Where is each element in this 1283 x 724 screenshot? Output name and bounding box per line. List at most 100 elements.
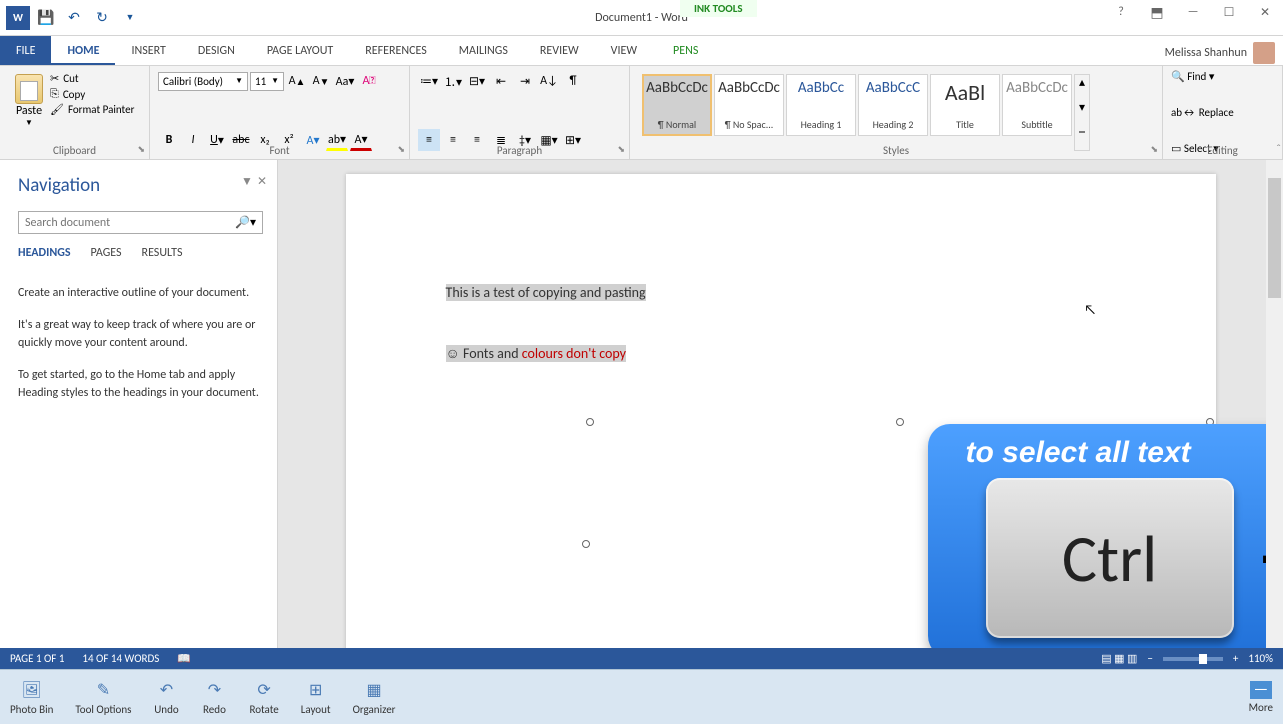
undo-button[interactable]: ↶ <box>62 6 86 30</box>
collapse-ribbon-button[interactable]: ˆ <box>1276 143 1281 157</box>
organizer-icon: ▦ <box>361 679 387 701</box>
page-indicator[interactable]: PAGE 1 OF 1 <box>10 652 64 665</box>
rotate-icon: ⟳ <box>251 679 277 701</box>
font-group: Calibri (Body)▼ 11▼ A▲ A▼ Aa▾ A⃠ B I U▾ … <box>150 66 410 159</box>
cut-button[interactable]: ✂Cut <box>50 72 134 85</box>
tool-options-button[interactable]: ✎Tool Options <box>75 679 131 716</box>
doc-text-line2a[interactable]: ☺ Fonts and <box>446 345 522 362</box>
mailings-tab[interactable]: MAILINGS <box>443 36 524 65</box>
replace-button[interactable]: ab↔ Replace <box>1171 106 1274 119</box>
vertical-scrollbar[interactable] <box>1266 160 1283 648</box>
decrease-indent-button[interactable]: ⇤ <box>490 70 512 92</box>
results-tab[interactable]: RESULTS <box>142 246 183 260</box>
rotate-button[interactable]: ⟳Rotate <box>249 679 278 716</box>
selection-handle[interactable] <box>896 418 904 426</box>
proofing-icon[interactable]: 📖 <box>177 652 191 665</box>
style-name: Title <box>956 118 974 131</box>
show-marks-button[interactable]: ¶ <box>562 70 584 92</box>
find-button[interactable]: 🔍 Find ▾ <box>1171 70 1274 83</box>
pse-undo-button[interactable]: ↶Undo <box>153 679 179 716</box>
zoom-level[interactable]: 110% <box>1248 652 1273 665</box>
selection-handle[interactable] <box>582 540 590 548</box>
grow-font-button[interactable]: A▲ <box>286 70 308 92</box>
references-tab[interactable]: REFERENCES <box>349 36 443 65</box>
callout-shape[interactable]: to select all text Ctrl + A <box>928 424 1283 648</box>
organizer-button[interactable]: ▦Organizer <box>353 679 396 716</box>
sort-button[interactable]: A↓ <box>538 70 560 92</box>
search-icon[interactable]: 🔎▾ <box>235 215 256 230</box>
format-painter-button[interactable]: 🖌Format Painter <box>50 103 134 116</box>
user-account[interactable]: Melissa Shanhun <box>1165 42 1275 64</box>
view-buttons[interactable]: ▤ ▦ ▥ <box>1101 652 1137 665</box>
font-name-combo[interactable]: Calibri (Body)▼ <box>158 72 248 91</box>
selection-handle[interactable] <box>586 418 594 426</box>
zoom-in-button[interactable]: + <box>1233 652 1238 665</box>
style-name: Heading 1 <box>801 118 842 131</box>
document-area[interactable]: This is a test of copying and pasting ☺ … <box>278 160 1283 648</box>
style-name: Subtitle <box>1021 118 1052 131</box>
change-case-button[interactable]: Aa▾ <box>334 70 356 92</box>
zoom-slider[interactable] <box>1163 657 1223 661</box>
help-button[interactable]: ? <box>1107 2 1135 22</box>
shrink-font-button[interactable]: A▼ <box>310 70 332 92</box>
home-tab[interactable]: HOME <box>51 36 115 65</box>
font-launcher[interactable]: ⬊ <box>397 144 405 155</box>
numbering-button[interactable]: ⒈▾ <box>442 70 464 92</box>
photo-bin-button[interactable]: 🖼Photo Bin <box>10 679 53 716</box>
search-input[interactable]: 🔎▾ <box>18 211 263 234</box>
nav-close-button[interactable]: ✕ <box>257 174 267 189</box>
undo-icon: ↶ <box>153 679 179 701</box>
more-button[interactable]: —More <box>1249 681 1273 714</box>
style-heading1[interactable]: AaBbCc Heading 1 <box>786 74 856 136</box>
replace-label: Replace <box>1199 106 1234 119</box>
font-size-combo[interactable]: 11▼ <box>250 72 284 91</box>
pens-tab[interactable]: PENS <box>657 36 714 65</box>
review-tab[interactable]: REVIEW <box>524 36 595 65</box>
view-tab[interactable]: VIEW <box>595 36 653 65</box>
search-field[interactable] <box>25 216 235 230</box>
doc-text-line1[interactable]: This is a test of copying and pasting <box>446 284 646 301</box>
close-button[interactable]: ✕ <box>1251 2 1279 22</box>
pse-redo-button[interactable]: ↷Redo <box>201 679 227 716</box>
paragraph-launcher[interactable]: ⬊ <box>617 144 625 155</box>
style-heading2[interactable]: AaBbCcCHeading 2 <box>858 74 928 136</box>
clipboard-launcher[interactable]: ⬊ <box>137 144 145 155</box>
ribbon-options-button[interactable]: ⬒ <box>1143 2 1171 22</box>
file-tab[interactable]: FILE <box>0 36 51 65</box>
doc-text-line2b[interactable]: colours don't copy <box>522 345 626 362</box>
style-title[interactable]: AaBlTitle <box>930 74 1000 136</box>
minimize-button[interactable]: — <box>1179 2 1207 22</box>
redo-button[interactable]: ↻ <box>90 6 114 30</box>
headings-tab[interactable]: HEADINGS <box>18 246 71 260</box>
maximize-button[interactable]: ☐ <box>1215 2 1243 22</box>
copy-button[interactable]: ⎘Copy <box>50 87 134 101</box>
page[interactable]: This is a test of copying and pasting ☺ … <box>346 174 1216 648</box>
clipboard-group: Paste ▼ ✂Cut ⎘Copy 🖌Format Painter Clipb… <box>0 66 150 159</box>
style-subtitle[interactable]: AaBbCcDcSubtitle <box>1002 74 1072 136</box>
redo-icon: ↷ <box>201 679 227 701</box>
insert-tab[interactable]: INSERT <box>115 36 181 65</box>
copy-label: Copy <box>63 88 85 101</box>
pages-tab[interactable]: PAGES <box>91 246 122 260</box>
zoom-out-button[interactable]: − <box>1147 652 1152 665</box>
page-layout-tab[interactable]: PAGE LAYOUT <box>251 36 349 65</box>
ink-tools-tab[interactable]: INK TOOLS <box>680 0 757 17</box>
increase-indent-button[interactable]: ⇥ <box>514 70 536 92</box>
style-normal[interactable]: AaBbCcDc¶ Normal <box>642 74 712 136</box>
word-count[interactable]: 14 OF 14 WORDS <box>82 652 159 665</box>
layout-button[interactable]: ⊞Layout <box>301 679 331 716</box>
qat-dropdown[interactable]: ▼ <box>118 6 142 30</box>
save-button[interactable]: 💾 <box>34 6 58 30</box>
paste-button[interactable]: Paste ▼ <box>8 70 50 128</box>
multilevel-button[interactable]: ⊟▾ <box>466 70 488 92</box>
styles-launcher[interactable]: ⬊ <box>1150 144 1158 155</box>
style-name: Heading 2 <box>873 118 914 131</box>
bullets-button[interactable]: ≔▾ <box>418 70 440 92</box>
clear-formatting-button[interactable]: A⃠ <box>358 70 380 92</box>
styles-scroll[interactable]: ▴▾⎯ <box>1074 74 1090 151</box>
nav-options-button[interactable]: ▼ <box>241 174 253 189</box>
style-nospacing[interactable]: AaBbCcDc¶ No Spac... <box>714 74 784 136</box>
scrollbar-thumb[interactable] <box>1268 178 1281 298</box>
style-preview: AaBbCc <box>798 79 844 97</box>
design-tab[interactable]: DESIGN <box>182 36 251 65</box>
